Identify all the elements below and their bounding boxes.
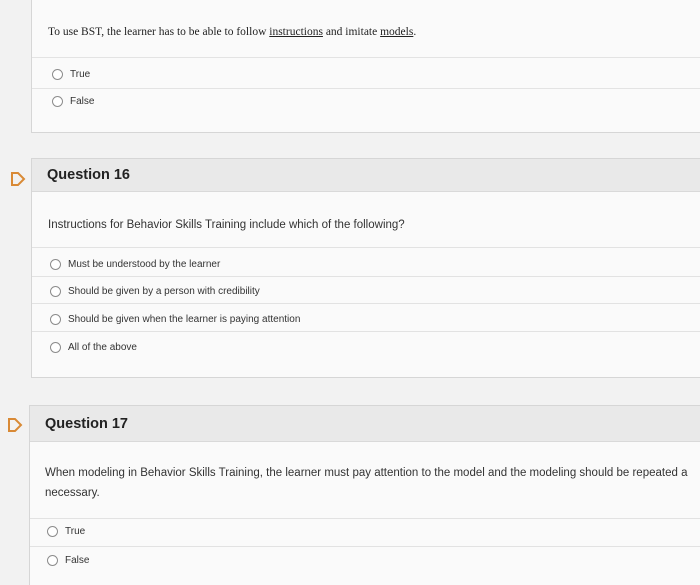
choice-credibility[interactable]: Should be given by a person with credibi… <box>50 286 260 297</box>
question-16-header: Question 16 <box>32 159 700 192</box>
question-16-prompt: Instructions for Behavior Skills Trainin… <box>48 219 405 231</box>
divider <box>32 57 700 58</box>
radio-button[interactable] <box>47 555 58 566</box>
question-15-panel: To use BST, the learner has to be able t… <box>31 0 700 133</box>
question-17-header: Question 17 <box>30 406 700 442</box>
choice-paying-attention[interactable]: Should be given when the learner is payi… <box>50 314 300 325</box>
choice-must-be-understood[interactable]: Must be understood by the learner <box>50 259 220 270</box>
radio-button[interactable] <box>50 259 61 270</box>
divider <box>32 247 700 248</box>
radio-button[interactable] <box>50 286 61 297</box>
question-17-prompt: When modeling in Behavior Skills Trainin… <box>45 467 688 499</box>
question-15-prompt: To use BST, the learner has to be able t… <box>48 26 417 38</box>
choice-false[interactable]: False <box>47 555 89 566</box>
divider <box>32 331 700 332</box>
radio-button[interactable] <box>50 314 61 325</box>
divider <box>32 88 700 89</box>
question-17-title: Question 17 <box>45 415 128 432</box>
question-16-panel: Question 16 Instructions for Behavior Sk… <box>31 158 700 378</box>
flag-icon[interactable] <box>6 417 24 433</box>
radio-button[interactable] <box>52 69 63 80</box>
divider <box>32 303 700 304</box>
divider <box>32 276 700 277</box>
question-16-title: Question 16 <box>47 167 130 183</box>
choice-true[interactable]: True <box>52 69 90 80</box>
divider <box>30 518 700 519</box>
divider <box>30 546 700 547</box>
radio-button[interactable] <box>52 96 63 107</box>
choice-true[interactable]: True <box>47 526 85 537</box>
choice-false[interactable]: False <box>52 96 94 107</box>
quiz-page: To use BST, the learner has to be able t… <box>0 0 700 585</box>
radio-button[interactable] <box>47 526 58 537</box>
choice-all-of-the-above[interactable]: All of the above <box>50 342 137 353</box>
radio-button[interactable] <box>50 342 61 353</box>
flag-icon[interactable] <box>9 171 27 187</box>
question-17-panel: Question 17 When modeling in Behavior Sk… <box>29 405 700 585</box>
instructions-term: instructions <box>269 26 323 38</box>
models-term: models <box>380 26 414 38</box>
